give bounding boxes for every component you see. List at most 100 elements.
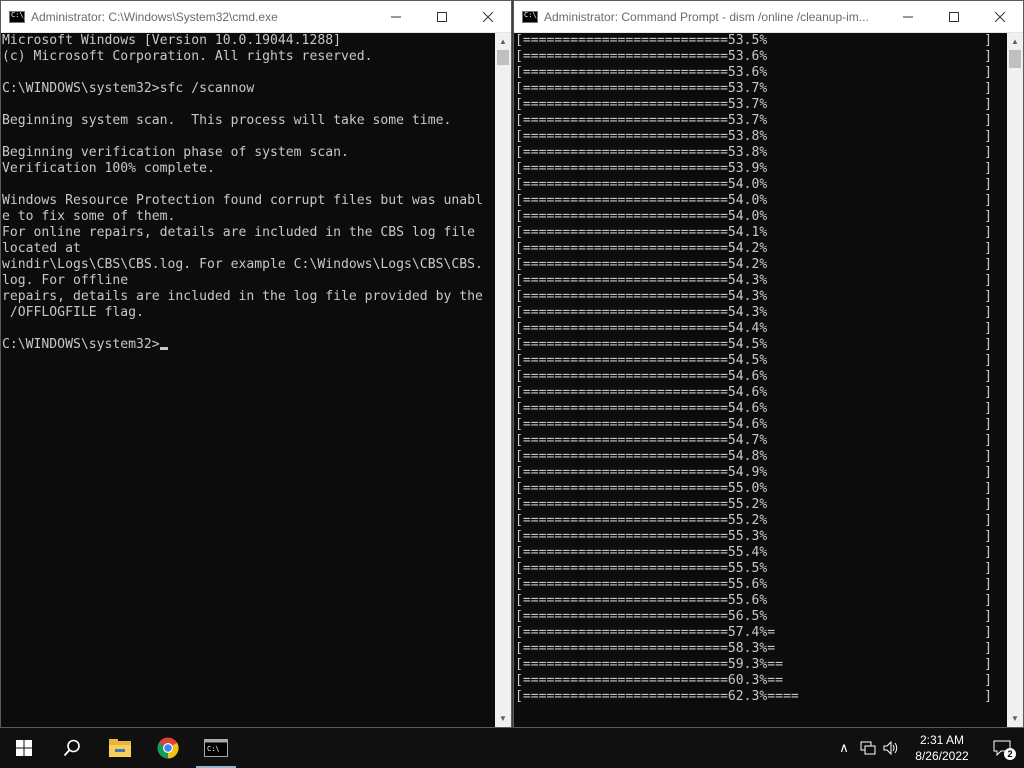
search-button[interactable]	[48, 728, 96, 768]
vertical-scrollbar[interactable]: ▲ ▼	[1007, 33, 1023, 727]
progress-bar-suffix: ]	[984, 609, 992, 624]
progress-bar-prefix: [==========================	[515, 545, 728, 560]
action-center-button[interactable]: 2	[980, 728, 1024, 768]
progress-bar-prefix: [==========================	[515, 385, 728, 400]
close-button[interactable]	[977, 1, 1023, 32]
progress-bar-prefix: [==========================	[515, 209, 728, 224]
minimize-button[interactable]	[373, 1, 419, 32]
progress-bar-prefix: [==========================	[515, 561, 728, 576]
progress-line: [========================== 54.6%]	[515, 401, 1007, 417]
progress-percent: 54.7%	[727, 433, 768, 448]
progress-percent: 62.3%====	[727, 689, 799, 704]
progress-bar-suffix: ]	[984, 49, 992, 64]
maximize-button[interactable]	[419, 1, 465, 32]
progress-bar-prefix: [==========================	[515, 625, 728, 640]
progress-line: [========================== 54.1%]	[515, 225, 1007, 241]
progress-line: [========================== 53.7%]	[515, 97, 1007, 113]
progress-bar-prefix: [==========================	[515, 657, 728, 672]
chrome-button[interactable]	[144, 728, 192, 768]
clock[interactable]: 2:31 AM 8/26/2022	[904, 732, 980, 764]
progress-bar-prefix: [==========================	[515, 49, 728, 64]
progress-line: [========================== 54.0%]	[515, 177, 1007, 193]
window-title: Administrator: Command Prompt - dism /on…	[544, 9, 869, 24]
progress-percent: 53.9%	[727, 161, 768, 176]
progress-percent: 56.5%	[727, 609, 768, 624]
progress-percent: 54.5%	[727, 353, 768, 368]
progress-bar-prefix: [==========================	[515, 161, 728, 176]
progress-bar-prefix: [==========================	[515, 97, 728, 112]
close-button[interactable]	[465, 1, 511, 32]
progress-bar-suffix: ]	[984, 433, 992, 448]
progress-bar-prefix: [==========================	[515, 321, 728, 336]
progress-bar-suffix: ]	[984, 529, 992, 544]
taskbar: C:\ ∧ 2:31 AM 8/26/2022 2	[0, 728, 1024, 768]
progress-bar-suffix: ]	[984, 625, 992, 640]
progress-bar-suffix: ]	[984, 257, 992, 272]
progress-line: [========================== 54.6%]	[515, 385, 1007, 401]
progress-percent: 54.2%	[727, 241, 768, 256]
console-line: For online repairs, details are included…	[2, 225, 475, 240]
progress-bar-suffix: ]	[984, 337, 992, 352]
minimize-button[interactable]	[885, 1, 931, 32]
maximize-icon	[437, 11, 447, 22]
show-hidden-icons-chevron-icon[interactable]: ∧	[832, 728, 856, 768]
progress-line: [========================== 53.7%]	[515, 113, 1007, 129]
progress-line: [========================== 58.3%=]	[515, 641, 1007, 657]
file-explorer-icon	[109, 739, 131, 757]
maximize-button[interactable]	[931, 1, 977, 32]
scroll-up-arrow-icon[interactable]: ▲	[495, 33, 511, 50]
progress-bar-suffix: ]	[984, 401, 992, 416]
progress-percent: 53.5%	[727, 33, 768, 48]
network-icon[interactable]	[856, 728, 880, 768]
file-explorer-button[interactable]	[96, 728, 144, 768]
progress-percent: 55.6%	[727, 593, 768, 608]
progress-percent: 54.6%	[727, 401, 768, 416]
start-button[interactable]	[0, 728, 48, 768]
prompt-line[interactable]: C:\WINDOWS\system32>	[2, 337, 495, 353]
cmd-window-left[interactable]: Administrator: C:\Windows\System32\cmd.e…	[0, 0, 512, 728]
scroll-thumb[interactable]	[497, 50, 509, 65]
title-bar[interactable]: Administrator: Command Prompt - dism /on…	[514, 1, 1023, 33]
cmd-window-right[interactable]: Administrator: Command Prompt - dism /on…	[513, 0, 1024, 728]
progress-bar-suffix: ]	[984, 145, 992, 160]
notification-count-badge: 2	[1004, 748, 1016, 760]
progress-bar-suffix: ]	[984, 209, 992, 224]
window-controls	[373, 1, 511, 32]
progress-bar-prefix: [==========================	[515, 289, 728, 304]
progress-bar-prefix: [==========================	[515, 257, 728, 272]
progress-bar-suffix: ]	[984, 577, 992, 592]
progress-bar-prefix: [==========================	[515, 113, 728, 128]
progress-bar-prefix: [==========================	[515, 273, 728, 288]
title-bar[interactable]: Administrator: C:\Windows\System32\cmd.e…	[1, 1, 511, 33]
progress-line: [========================== 54.0%]	[515, 209, 1007, 225]
progress-percent: 53.7%	[727, 97, 768, 112]
maximize-icon	[949, 11, 959, 22]
command-prompt-taskbar-button[interactable]: C:\	[192, 728, 240, 768]
progress-bar-suffix: ]	[984, 225, 992, 240]
vertical-scrollbar[interactable]: ▲ ▼	[495, 33, 511, 727]
progress-percent: 54.8%	[727, 449, 768, 464]
progress-bar-prefix: [==========================	[515, 449, 728, 464]
progress-bar-suffix: ]	[984, 33, 992, 48]
progress-percent: 55.5%	[727, 561, 768, 576]
scroll-down-arrow-icon[interactable]: ▼	[1007, 710, 1023, 727]
progress-bar-prefix: [==========================	[515, 481, 728, 496]
progress-bar-prefix: [==========================	[515, 433, 728, 448]
progress-bar-suffix: ]	[984, 369, 992, 384]
console-output[interactable]: [========================== 53.5%] [======…	[514, 33, 1007, 727]
progress-percent: 55.2%	[727, 497, 768, 512]
volume-icon[interactable]	[880, 728, 904, 768]
progress-percent: 54.5%	[727, 337, 768, 352]
progress-percent: 54.0%	[727, 177, 768, 192]
progress-line: [========================== 54.3%]	[515, 305, 1007, 321]
scroll-down-arrow-icon[interactable]: ▼	[495, 710, 511, 727]
progress-percent: 53.6%	[727, 65, 768, 80]
progress-percent: 54.3%	[727, 273, 768, 288]
progress-bar-prefix: [==========================	[515, 593, 728, 608]
progress-line: [========================== 55.2%]	[515, 497, 1007, 513]
console-output[interactable]: Microsoft Windows [Version 10.0.19044.12…	[1, 33, 495, 727]
scroll-thumb[interactable]	[1009, 50, 1021, 68]
scroll-up-arrow-icon[interactable]: ▲	[1007, 33, 1023, 50]
